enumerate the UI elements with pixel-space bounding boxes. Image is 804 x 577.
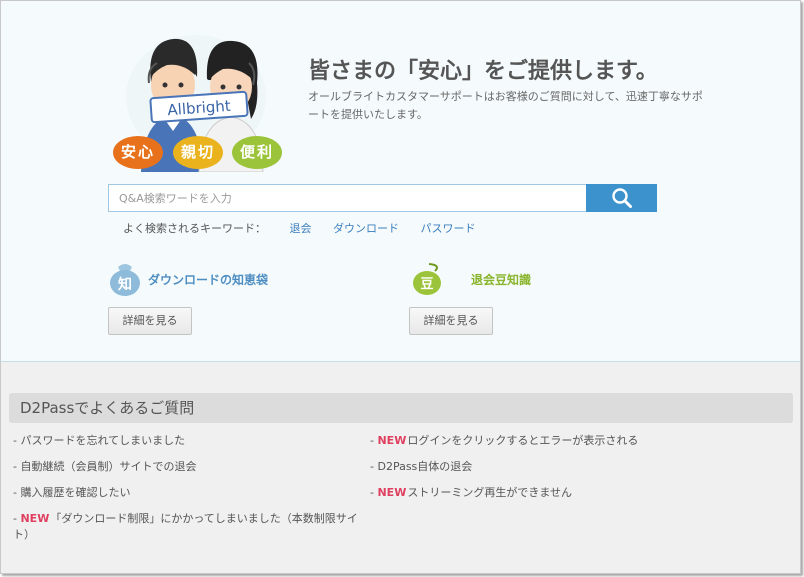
faq-link[interactable]: - パスワードを忘れてしまいました: [13, 433, 365, 449]
faq-link[interactable]: - NEWログインをクリックするとエラーが表示される: [370, 433, 790, 449]
keyword-link-download[interactable]: ダウンロード: [333, 222, 399, 235]
search-icon: [611, 188, 632, 208]
search-bar: [108, 184, 657, 212]
hero-description: オールブライトカスタマーサポートはお客様のご質問に対して、迅速丁寧なサポートを提…: [308, 90, 703, 121]
new-badge: NEW: [377, 486, 407, 499]
detail-button-download[interactable]: 詳細を見る: [108, 307, 192, 335]
keyword-link-taikai[interactable]: 退会: [290, 222, 312, 235]
search-button[interactable]: [586, 184, 657, 212]
svg-text:豆: 豆: [420, 277, 433, 292]
popular-keywords-label: よく検索されるキーワード：: [123, 222, 266, 235]
badge-shinsetsu: 親切: [173, 136, 223, 169]
faq-link[interactable]: - D2Pass自体の退会: [370, 459, 790, 475]
faq-heading: D2Passでよくあるご質問: [9, 393, 793, 423]
knowledge-bag-icon: 知: [110, 264, 140, 296]
value-badges: 安心 親切 便利: [111, 136, 282, 170]
new-badge: NEW: [20, 512, 50, 525]
faq-link[interactable]: - NEW「ダウンロード制限」にかかってしまいました（本数制限サイト）: [13, 511, 365, 543]
keyword-link-password[interactable]: パスワード: [421, 222, 476, 235]
detail-button-taikai[interactable]: 詳細を見る: [409, 307, 493, 335]
faq-link[interactable]: - 自動継続（会員制）サイトでの退会: [13, 459, 365, 475]
feature-title-taikai[interactable]: 退会豆知識: [471, 271, 531, 288]
badge-anshin: 安心: [113, 136, 163, 169]
faq-link[interactable]: - NEWストリーミング再生ができません: [370, 485, 790, 501]
badge-benri: 便利: [232, 136, 282, 169]
page-frame: Allbright 安心 親切 便利 皆さまの「安心」をご提供します。 オールブ…: [0, 0, 801, 574]
new-badge: NEW: [377, 434, 407, 447]
faq-link[interactable]: - 購入履歴を確認したい: [13, 485, 365, 501]
hero-title: 皆さまの「安心」をご提供します。: [308, 59, 658, 84]
search-input[interactable]: [109, 185, 587, 211]
hero-section: Allbright 安心 親切 便利 皆さまの「安心」をご提供します。 オールブ…: [1, 1, 800, 362]
svg-text:知: 知: [118, 276, 132, 293]
feature-title-download[interactable]: ダウンロードの知恵袋: [148, 271, 268, 288]
bean-icon: 豆: [413, 263, 441, 295]
popular-keywords: よく検索されるキーワード： 退会 ダウンロード パスワード: [123, 220, 494, 236]
